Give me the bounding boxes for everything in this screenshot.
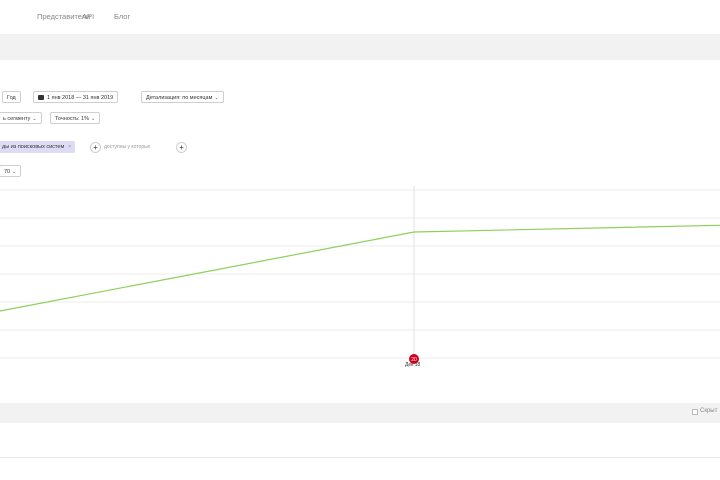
line-chart: 20 <box>0 186 720 364</box>
date-range-picker[interactable]: 1 янв 2018 — 31 янв 2019 <box>33 91 119 103</box>
detail-dropdown-label: Детализация: по месяцам <box>146 95 213 101</box>
header-band <box>0 34 720 60</box>
hide-checkbox[interactable] <box>692 409 698 415</box>
chevron-down-icon: ⌄ <box>12 169 17 175</box>
chevron-down-icon: ⌄ <box>214 95 219 101</box>
series-line <box>0 224 720 312</box>
detail-dropdown[interactable]: Детализация: по месяцам ⌄ <box>141 91 224 103</box>
filter-chip-label: ды из поисковых систем <box>2 144 65 150</box>
filter-chip[interactable]: ды из поисковых систем × <box>0 141 76 153</box>
metric-select-value: 70 <box>4 169 11 175</box>
period-year-button[interactable]: Год <box>2 91 21 103</box>
close-icon[interactable]: × <box>68 144 71 150</box>
metric-select[interactable]: 70 ⌄ <box>0 165 22 177</box>
hide-checkbox-label: Скрыт <box>700 408 718 414</box>
chart-grid <box>0 189 720 359</box>
segment-dropdown[interactable]: ь сегменту ⌄ <box>0 112 42 124</box>
table-row-divider <box>0 457 720 458</box>
event-date-label: Дек 18 <box>405 362 421 368</box>
segment-dropdown-label: ь сегменту <box>3 116 31 122</box>
period-year-label: Год <box>7 95 16 101</box>
table-header-bar <box>0 403 720 423</box>
accuracy-dropdown[interactable]: Точность: 1% ⌄ <box>50 112 101 124</box>
chevron-down-icon: ⌄ <box>90 116 96 122</box>
calendar-icon <box>38 95 44 101</box>
date-range-text: 1 янв 2018 — 31 янв 2019 <box>47 95 114 101</box>
accuracy-dropdown-label: Точность: 1% <box>55 116 89 122</box>
nav-link-api[interactable]: API <box>82 12 94 21</box>
filter-hint: доступны у которых <box>104 144 151 150</box>
nav-link-blog[interactable]: Блог <box>114 12 130 21</box>
chevron-down-icon: ⌄ <box>32 116 37 122</box>
add-condition-button[interactable]: + <box>176 142 187 153</box>
add-filter-button[interactable]: + <box>90 142 101 153</box>
top-navigation: Представители API Блог <box>0 0 720 34</box>
